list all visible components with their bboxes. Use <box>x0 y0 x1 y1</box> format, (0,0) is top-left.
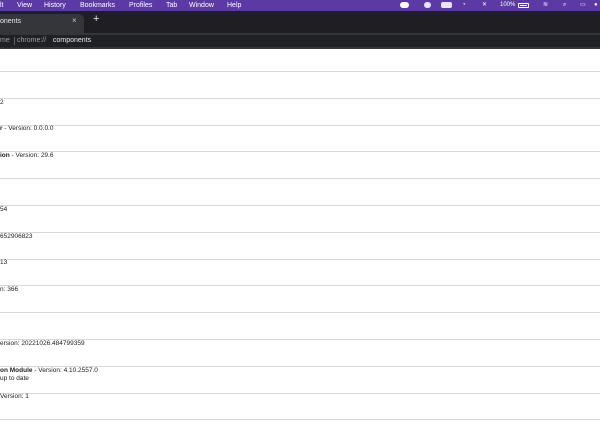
component-version: 652906823 <box>0 233 33 240</box>
menu-view[interactable]: View <box>17 0 32 11</box>
menu-tab[interactable]: Tab <box>166 0 177 11</box>
component-version: - Version: 0.0.0.0 <box>2 125 54 132</box>
component-row: 652906823 <box>0 233 600 260</box>
keyboard-input-icon[interactable] <box>441 2 452 8</box>
siri-icon[interactable]: ● <box>594 0 598 11</box>
close-tab-icon[interactable]: × <box>72 16 77 25</box>
menu-profiles[interactable]: Profiles <box>129 0 152 11</box>
component-row: 2 <box>0 99 600 126</box>
component-row <box>0 313 600 340</box>
component-label: ion - Version: 29.6 <box>0 152 53 159</box>
component-label: r - Version: 0.0.0.0 <box>0 125 53 132</box>
component-version: 2 <box>0 99 4 106</box>
component-version: - Version: 29.6 <box>9 152 54 159</box>
menu-window[interactable]: Window <box>189 0 214 11</box>
checkmark-status-icon[interactable] <box>424 2 431 8</box>
component-row: on Module - Version: 4.10.2557.0 up to d… <box>0 367 600 394</box>
component-label: on Module - Version: 4.10.2557.0 <box>0 367 98 374</box>
component-version: - Version: 4.10.2557.0 <box>32 367 98 374</box>
tab-components[interactable]: onents × <box>0 14 84 33</box>
component-version: n: 366 <box>0 286 19 293</box>
component-row <box>0 179 600 206</box>
component-row: 54 <box>0 206 600 233</box>
bluetooth-off-icon[interactable]: ✕ <box>482 0 487 11</box>
component-row: r - Version: 0.0.0.0 <box>0 125 600 152</box>
component-status: up to date <box>0 375 29 382</box>
component-version: ersion: 20221026.484799359 <box>0 340 85 347</box>
component-row: 022.2.15.1 <box>0 43 600 72</box>
menu-history[interactable]: History <box>44 0 66 11</box>
menu-bookmarks[interactable]: Bookmarks <box>80 0 115 11</box>
new-tab-button[interactable]: + <box>93 14 99 25</box>
battery-icon[interactable] <box>518 3 529 8</box>
cloud-icon[interactable] <box>400 2 409 8</box>
menu-edit[interactable]: lt <box>0 0 4 11</box>
components-list: 022.2.15.1 2 r - Version: 0.0.0.0 ion - … <box>0 43 600 425</box>
component-row: 13 <box>0 259 600 286</box>
tab-title: onents <box>0 18 22 25</box>
menu-bar: lt View History Bookmarks Profiles Tab W… <box>0 0 600 11</box>
battery-percent[interactable]: 100% <box>500 0 515 11</box>
tab-strip: onents × <box>0 11 600 33</box>
component-row: n: 366 <box>0 286 600 313</box>
search-icon[interactable]: ⌕ <box>563 0 566 11</box>
component-name: on Module <box>0 367 33 374</box>
component-row: Version: 1 <box>0 393 600 420</box>
component-version: 54 <box>0 206 8 213</box>
component-row <box>0 72 600 99</box>
wifi-icon[interactable]: ≋ <box>543 0 548 11</box>
control-center-icon[interactable]: ▭ <box>580 0 586 11</box>
component-name: ion <box>0 152 10 159</box>
bell-mute-icon[interactable]: ◔ <box>462 0 466 11</box>
menu-help[interactable]: Help <box>227 0 241 11</box>
component-version: 13 <box>0 259 8 266</box>
component-row: ersion: 20221026.484799359 <box>0 340 600 367</box>
component-row: ion - Version: 29.6 <box>0 152 600 179</box>
component-version: Version: 1 <box>0 393 29 400</box>
component-version: 022.2.15.1 <box>0 43 31 50</box>
